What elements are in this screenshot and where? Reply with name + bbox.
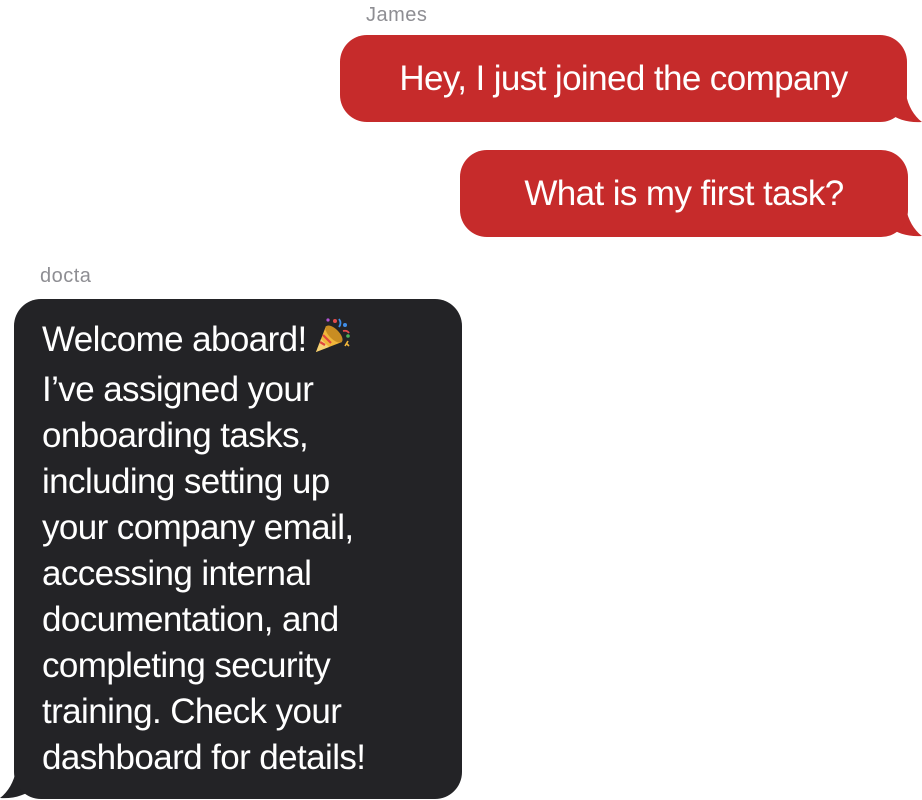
message-line: accessing internal xyxy=(42,554,312,593)
message-text: What is my first task? xyxy=(524,173,844,213)
message-line: completing security xyxy=(42,646,331,685)
message-line: onboarding tasks, xyxy=(42,416,309,455)
message-line: dashboard for details! xyxy=(42,738,366,777)
message-line: training. Check your xyxy=(42,692,342,731)
message-bubble-outgoing[interactable]: What is my first task? xyxy=(460,150,908,237)
message-bubble-outgoing[interactable]: Hey, I just joined the company xyxy=(340,35,907,122)
message-bubble-incoming[interactable]: Welcome aboard! I’ve assigned your onboa… xyxy=(14,299,462,799)
message-text: Hey, I just joined the company xyxy=(399,58,848,98)
message-line: including setting up xyxy=(42,462,330,501)
party-popper-icon xyxy=(313,317,351,367)
sender-name-james: James xyxy=(366,4,428,26)
message-line: I’ve assigned your xyxy=(42,370,314,409)
sender-name-docta: docta xyxy=(40,265,92,287)
message-line: documentation, and xyxy=(42,600,339,639)
message-line: your company email, xyxy=(42,508,354,547)
message-line: Welcome aboard! xyxy=(42,317,438,367)
